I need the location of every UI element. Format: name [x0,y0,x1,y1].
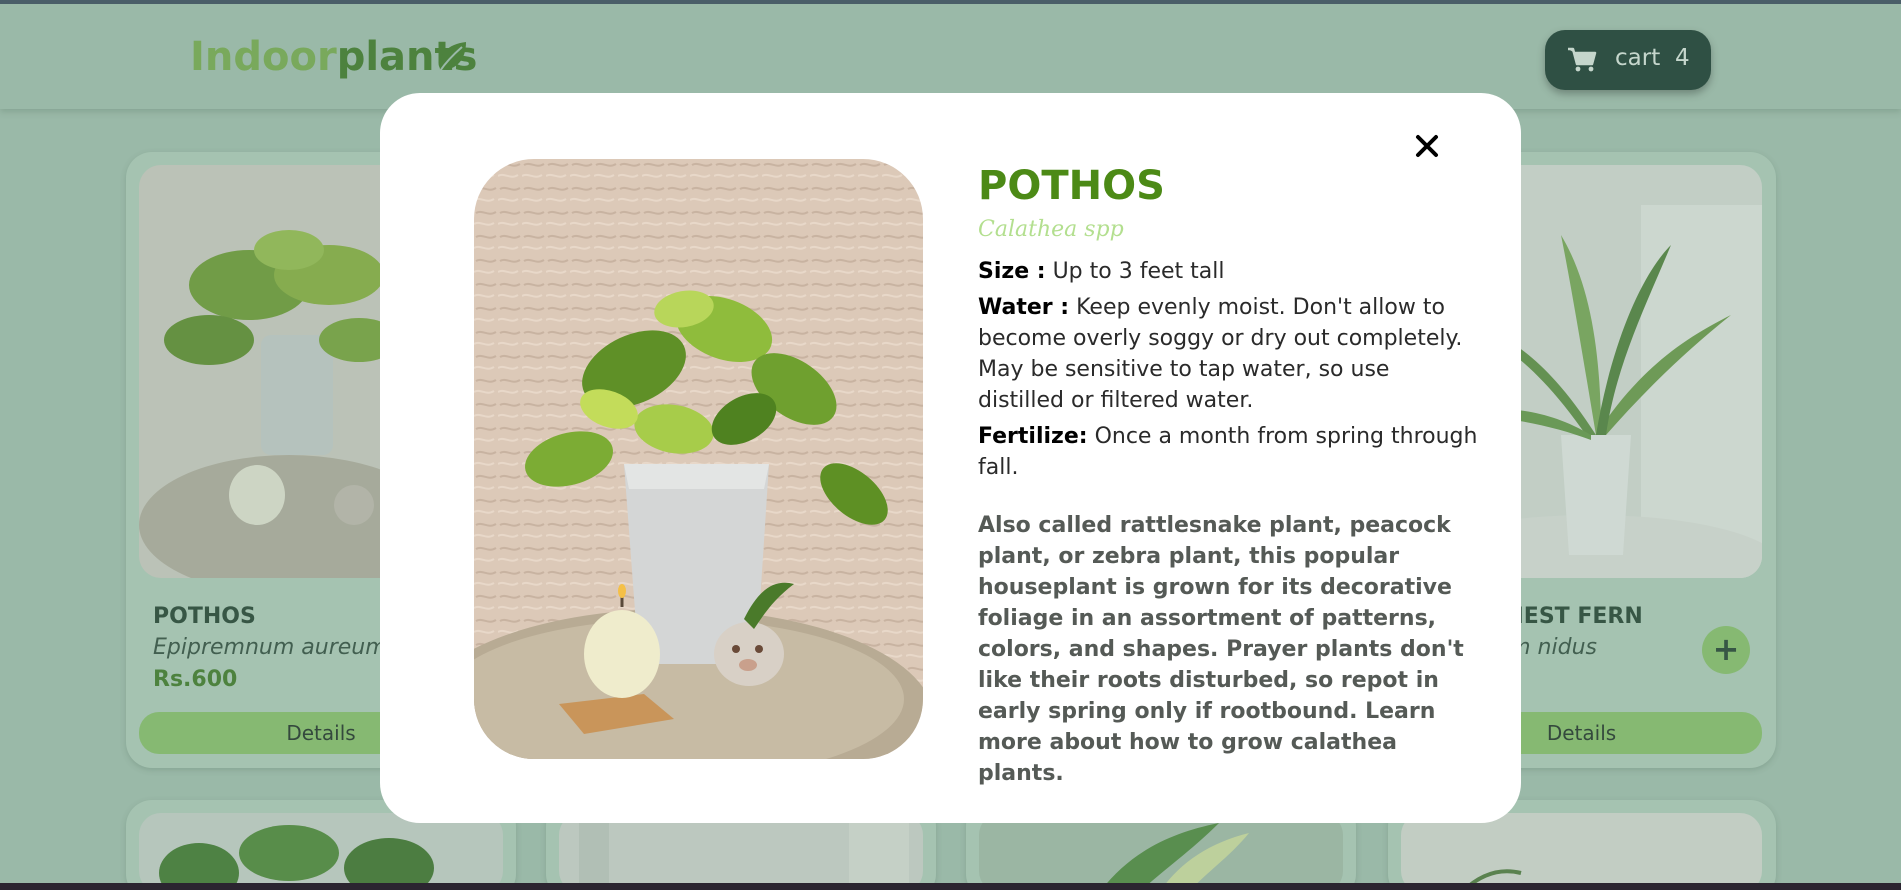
water-info: Water : Keep evenly moist. Don't allow t… [978,292,1478,416]
modal-title: POTHOS [978,163,1165,209]
water-label: Water : [978,295,1070,320]
fertilize-label: Fertilize: [978,424,1088,449]
close-icon[interactable] [1410,129,1444,163]
window-bottom-strip [0,883,1901,890]
size-info: Size : Up to 3 feet tall [978,256,1478,287]
product-details-modal: POTHOS Calathea spp Size : Up to 3 feet … [380,93,1521,823]
size-label: Size : [978,259,1046,284]
fertilize-info: Fertilize: Once a month from spring thro… [978,421,1478,483]
modal-scientific-name: Calathea spp [978,217,1124,242]
modal-product-image [474,159,923,759]
modal-description: Also called rattlesnake plant, peacock p… [978,513,1464,786]
size-value: Up to 3 feet tall [1052,259,1225,284]
